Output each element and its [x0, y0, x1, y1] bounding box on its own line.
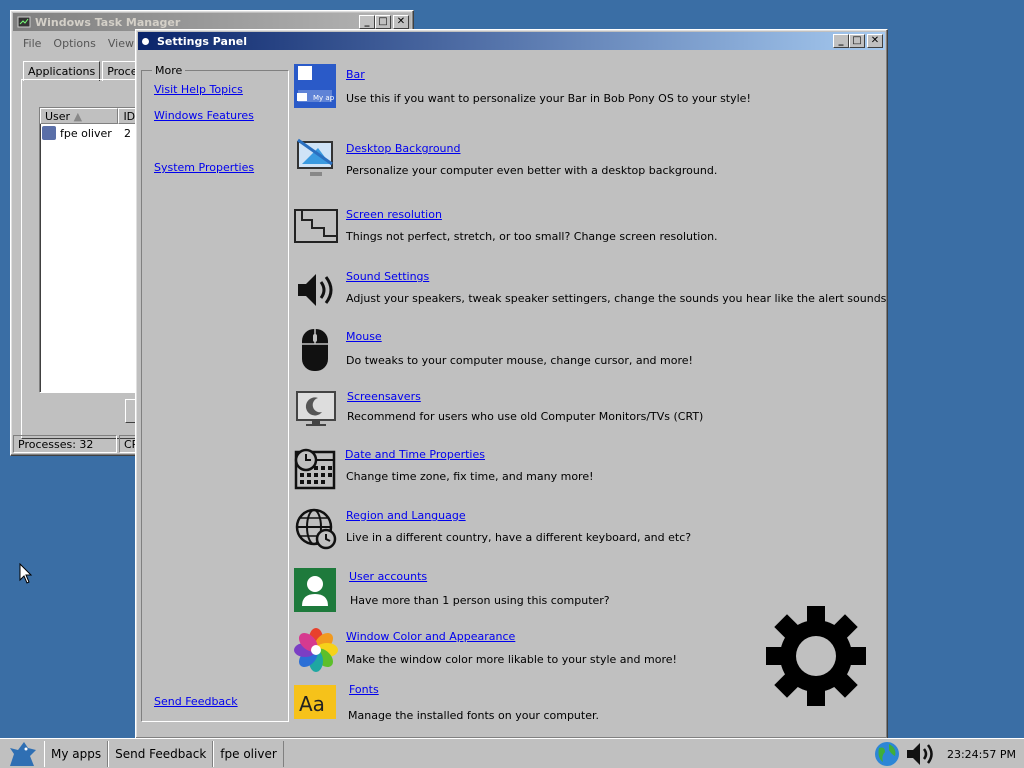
setting-date-time-desc: Change time zone, fix time, and many mor…: [346, 470, 594, 483]
taskbar-my-apps[interactable]: My apps: [44, 740, 109, 767]
setting-screensavers[interactable]: Screensavers Recommend for users who use…: [294, 388, 854, 436]
sidebar-more: More Visit Help Topics Windows Features …: [141, 64, 289, 722]
task-manager-icon: [17, 16, 31, 28]
list-header: User ▲ ID: [40, 108, 148, 124]
setting-sound-settings-desc: Adjust your speakers, tweak speaker sett…: [346, 292, 887, 305]
setting-sound-settings[interactable]: Sound Settings Adjust your speakers, twe…: [294, 268, 886, 316]
row-user: fpe oliver: [60, 126, 112, 140]
menu-options[interactable]: Options: [47, 35, 101, 52]
setting-sound-settings-title[interactable]: Sound Settings: [346, 270, 429, 283]
svg-text:Aa: Aa: [299, 692, 325, 716]
setting-screen-resolution-desc: Things not perfect, stretch, or too smal…: [346, 230, 718, 243]
fonts-icon: Aa: [294, 685, 336, 719]
users-list[interactable]: User ▲ ID fpe oliver 2: [39, 107, 149, 393]
sidebar-legend: More: [152, 64, 186, 77]
mouse-icon: [302, 329, 328, 371]
settings-titlebar[interactable]: Settings Panel _ □ ✕: [138, 32, 885, 50]
setting-bar-title[interactable]: Bar: [346, 68, 365, 81]
setting-desktop-background-title[interactable]: Desktop Background: [346, 142, 461, 155]
taskbar-user[interactable]: fpe oliver: [213, 740, 284, 767]
setting-screen-resolution-title[interactable]: Screen resolution: [346, 208, 442, 221]
pony-logo-icon: [10, 741, 36, 766]
setting-bar[interactable]: My ap Bar Use this if you want to person…: [294, 64, 854, 112]
settings-title: Settings Panel: [157, 34, 248, 48]
setting-user-accounts-title[interactable]: User accounts: [349, 570, 427, 583]
svg-text:My ap: My ap: [313, 94, 335, 102]
monitor-brush-icon: [297, 138, 333, 176]
volume-icon[interactable]: [905, 740, 937, 768]
speaker-icon: [298, 274, 333, 306]
setting-region-language-desc: Live in a different country, have a diff…: [346, 531, 692, 544]
link-windows-features[interactable]: Windows Features: [154, 109, 254, 122]
setting-mouse-desc: Do tweaks to your computer mouse, change…: [346, 354, 693, 367]
setting-date-time[interactable]: Date and Time Properties Change time zon…: [294, 446, 854, 494]
status-processes: Processes: 32: [13, 435, 117, 453]
link-send-feedback[interactable]: Send Feedback: [154, 695, 238, 708]
column-user[interactable]: User ▲: [40, 108, 119, 124]
close-button[interactable]: ✕: [393, 15, 409, 29]
minimize-button[interactable]: _: [359, 15, 375, 29]
setting-screensavers-desc: Recommend for users who use old Computer…: [347, 410, 704, 423]
taskbar: My apps Send Feedback fpe oliver 23:24:5…: [0, 738, 1024, 768]
taskbar-send-feedback[interactable]: Send Feedback: [108, 740, 214, 767]
setting-desktop-background[interactable]: Desktop Background Personalize your comp…: [294, 138, 854, 186]
calendar-clock-icon: [294, 448, 336, 490]
tab-applications[interactable]: Applications: [23, 61, 101, 81]
user-icon: [294, 568, 336, 612]
link-visit-help-topics[interactable]: Visit Help Topics: [154, 83, 243, 96]
window-icon: [142, 37, 149, 45]
setting-date-time-title[interactable]: Date and Time Properties: [345, 448, 485, 461]
resolution-icon: [294, 209, 338, 243]
task-manager-menubar: File Options View: [17, 35, 140, 52]
setting-bar-desc: Use this if you want to personalize your…: [346, 92, 751, 105]
setting-region-language[interactable]: Region and Language Live in a different …: [294, 507, 854, 555]
setting-window-color-desc: Make the window color more likable to yo…: [346, 653, 677, 666]
setting-fonts-desc: Manage the installed fonts on your compu…: [348, 709, 599, 722]
settings-panel-window[interactable]: Settings Panel _ □ ✕ More Visit Help Top…: [135, 29, 888, 739]
setting-region-language-title[interactable]: Region and Language: [346, 509, 466, 522]
user-icon: [42, 126, 56, 140]
setting-desktop-background-desc: Personalize your computer even better wi…: [346, 164, 718, 177]
setting-mouse[interactable]: Mouse Do tweaks to your computer mouse, …: [294, 328, 854, 376]
screensaver-icon: [296, 391, 336, 426]
minimize-button[interactable]: _: [833, 34, 849, 48]
setting-user-accounts-desc: Have more than 1 person using this compu…: [350, 594, 610, 607]
setting-window-color-title[interactable]: Window Color and Appearance: [346, 630, 515, 643]
maximize-button[interactable]: □: [375, 15, 391, 29]
row-id: 2: [124, 126, 131, 140]
setting-mouse-title[interactable]: Mouse: [346, 330, 382, 343]
close-button[interactable]: ✕: [867, 34, 883, 48]
link-system-properties[interactable]: System Properties: [154, 161, 254, 174]
mouse-cursor-icon: [19, 563, 33, 584]
setting-screen-resolution[interactable]: Screen resolution Things not perfect, st…: [294, 206, 854, 254]
setting-screensavers-title[interactable]: Screensavers: [347, 390, 421, 403]
system-tray: 23:24:57 PM: [873, 739, 1024, 768]
start-button[interactable]: [0, 740, 44, 768]
globe-icon[interactable]: [873, 740, 901, 768]
color-wheel-icon: [294, 628, 338, 672]
maximize-button[interactable]: □: [849, 34, 865, 48]
menu-file[interactable]: File: [17, 35, 47, 52]
clock[interactable]: 23:24:57 PM: [947, 748, 1016, 761]
globe-clock-icon: [295, 508, 337, 550]
bar-icon: My ap: [294, 64, 336, 108]
table-row[interactable]: fpe oliver 2: [40, 124, 148, 142]
gear-icon: [766, 606, 866, 706]
task-manager-title: Windows Task Manager: [35, 15, 181, 29]
setting-fonts-title[interactable]: Fonts: [349, 683, 379, 696]
